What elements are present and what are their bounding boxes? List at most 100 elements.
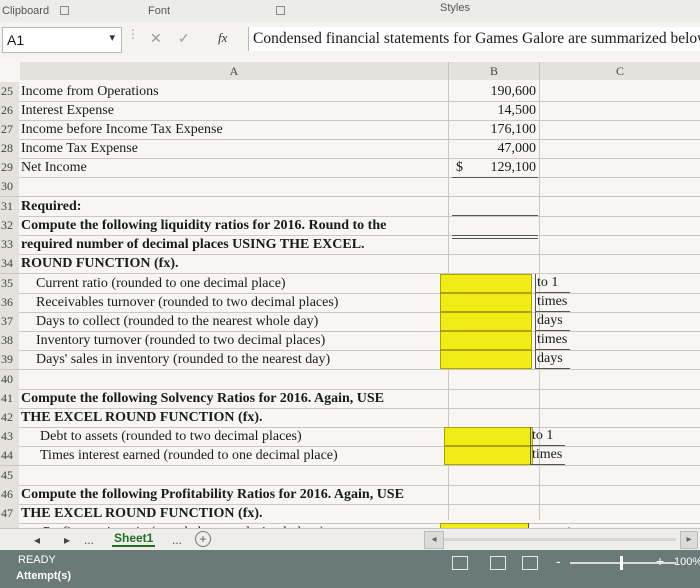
cell-a-text: Income before Income Tax Expense — [21, 122, 223, 137]
row-number[interactable]: 46 — [0, 485, 19, 504]
cell-b-value[interactable]: 47,000 — [452, 139, 537, 158]
next-sheet-icon[interactable]: ▸ — [64, 533, 70, 547]
row-number[interactable]: 31 — [0, 197, 19, 216]
answer-input-cell[interactable] — [440, 331, 532, 350]
table-row[interactable]: 41 Compute the following Solvency Ratios … — [0, 389, 700, 409]
prev-sheet-icon[interactable]: ◂ — [34, 533, 40, 547]
table-row[interactable]: 39 Days' sales in inventory (rounded to t… — [0, 350, 700, 370]
table-row[interactable]: 30 — [0, 177, 700, 197]
row-number[interactable]: 35 — [0, 274, 19, 293]
table-row[interactable]: 46 Compute the following Profitability Ra… — [0, 485, 700, 505]
table-row[interactable]: 25 Income from Operations 190,600 — [0, 82, 700, 102]
row-number[interactable]: 36 — [0, 293, 19, 312]
row-number[interactable]: 43 — [0, 427, 19, 446]
formula-bar: A1 ▾ ⋮ ✕ ✓ fx Condensed financial statem… — [0, 22, 700, 59]
answer-input-cell[interactable] — [440, 350, 532, 369]
answer-input-cell[interactable] — [440, 312, 532, 331]
page-break-view-icon[interactable] — [522, 556, 538, 570]
table-row[interactable]: 45 — [0, 466, 700, 486]
more-sheets-left[interactable]: ... — [84, 533, 94, 547]
table-row[interactable]: 42 THE EXCEL ROUND FUNCTION (fx). — [0, 408, 700, 428]
unit-cell-border — [530, 446, 565, 465]
table-row[interactable]: 38 Inventory turnover (rounded to two dec… — [0, 331, 700, 351]
row-number[interactable]: 30 — [0, 177, 19, 196]
cell-a-text: required number of decimal places USING … — [21, 237, 365, 252]
status-bar: READY Attempt(s) - + 100% — [0, 550, 700, 588]
column-header-a[interactable]: A — [20, 62, 449, 80]
row-number[interactable]: 44 — [0, 446, 19, 465]
cell-a-text: THE EXCEL ROUND FUNCTION (fx). — [21, 410, 263, 425]
insert-function-icon[interactable]: fx — [218, 30, 227, 46]
table-row[interactable]: 36 Receivables turnover (rounded to two d… — [0, 293, 700, 313]
clipboard-launcher-icon[interactable] — [60, 6, 69, 15]
row-number[interactable]: 34 — [0, 254, 19, 273]
more-sheets-right[interactable]: ... — [172, 533, 182, 547]
cell-a-text: Income from Operations — [21, 84, 159, 99]
table-row[interactable]: 47 THE EXCEL ROUND FUNCTION (fx). — [0, 504, 700, 524]
column-header-c[interactable]: C — [540, 62, 700, 80]
row-number[interactable]: 28 — [0, 139, 19, 158]
zoom-out-icon[interactable]: - — [556, 553, 561, 569]
table-row[interactable]: 27 Income before Income Tax Expense 176,10… — [0, 120, 700, 140]
horizontal-scrollbar[interactable] — [444, 538, 676, 541]
table-row[interactable]: 31 Required: — [0, 197, 700, 217]
table-row[interactable]: 43 Debt to assets (rounded to two decimal… — [0, 427, 700, 447]
row-number[interactable]: 27 — [0, 120, 19, 139]
add-sheet-icon[interactable]: + — [195, 531, 211, 547]
row-number[interactable]: 29 — [0, 158, 19, 177]
formula-input[interactable]: Condensed financial statements for Games… — [248, 27, 700, 51]
row-number[interactable]: 41 — [0, 389, 19, 408]
scroll-right-icon[interactable]: ▸ — [680, 531, 698, 549]
table-row[interactable]: 29 Net Income 129,100 $ — [0, 158, 700, 178]
answer-input-cell[interactable] — [444, 427, 533, 446]
cell-a-text: Compute the following Profitability Rati… — [21, 487, 404, 502]
page-layout-view-icon[interactable] — [490, 556, 506, 570]
table-row[interactable]: 44 Times interest earned (rounded to one … — [0, 446, 700, 466]
cancel-icon[interactable]: ✕ — [150, 30, 162, 47]
name-box[interactable]: A1 ▾ — [2, 27, 122, 53]
unit-cell-border — [535, 350, 570, 369]
unit-cell-border — [530, 427, 565, 446]
enter-icon[interactable]: ✓ — [178, 30, 190, 47]
cell-b-value[interactable]: 129,100 — [452, 158, 537, 177]
font-launcher-icon[interactable] — [276, 6, 285, 15]
row-number[interactable]: 45 — [0, 466, 19, 485]
column-header-b[interactable]: B — [449, 62, 540, 80]
row-number[interactable]: 38 — [0, 331, 19, 350]
cell-b-value[interactable]: 190,600 — [452, 82, 537, 101]
chevron-down-icon[interactable]: ▾ — [109, 31, 115, 44]
row-number[interactable]: 25 — [0, 82, 19, 101]
cell-a-text: Debt to assets (rounded to two decimal p… — [40, 429, 302, 444]
row-number[interactable]: 42 — [0, 408, 19, 427]
zoom-slider-thumb[interactable] — [620, 556, 623, 570]
table-row[interactable]: 32 Compute the following liquidity ratios… — [0, 216, 700, 236]
normal-view-icon[interactable] — [452, 556, 468, 570]
table-row[interactable]: 35 Current ratio (rounded to one decimal … — [0, 274, 700, 294]
row-number[interactable]: 33 — [0, 235, 19, 254]
zoom-in-icon[interactable]: + — [656, 553, 664, 569]
scroll-left-icon[interactable]: ◂ — [424, 531, 444, 549]
row-number[interactable]: 26 — [0, 101, 19, 120]
row-number[interactable]: 39 — [0, 350, 19, 369]
total-double-underline — [452, 235, 538, 239]
more-options-icon[interactable]: ⋮ — [127, 28, 139, 48]
cell-b-value[interactable]: 14,500 — [452, 101, 537, 120]
table-row[interactable]: 28 Income Tax Expense 47,000 — [0, 139, 700, 159]
answer-input-cell[interactable] — [440, 293, 532, 312]
table-row[interactable]: 33 required number of decimal places USIN… — [0, 235, 700, 255]
row-number[interactable]: 47 — [0, 504, 19, 523]
table-row[interactable]: 40 — [0, 370, 700, 390]
row-number[interactable]: 40 — [0, 370, 19, 389]
table-row[interactable]: 26 Interest Expense 14,500 — [0, 101, 700, 121]
answer-input-cell[interactable] — [444, 446, 533, 465]
row-number[interactable]: 32 — [0, 216, 19, 235]
cell-b-value[interactable]: 176,100 — [452, 120, 537, 139]
table-row[interactable]: 37 Days to collect (rounded to the neares… — [0, 312, 700, 332]
answer-input-cell[interactable] — [440, 274, 532, 293]
sheet-tab-sheet1[interactable]: Sheet1 — [112, 531, 156, 547]
sheet-tab-bar: ◂ ▸ ... Sheet1 ... + ◂ ▸ — [0, 528, 700, 551]
worksheet-grid[interactable]: A B C 25 Income from Operations 190,600 26 I… — [0, 58, 700, 543]
table-row[interactable]: 34 ROUND FUNCTION (fx). — [0, 254, 700, 274]
row-number[interactable]: 37 — [0, 312, 19, 331]
zoom-level[interactable]: 100% — [674, 556, 700, 568]
